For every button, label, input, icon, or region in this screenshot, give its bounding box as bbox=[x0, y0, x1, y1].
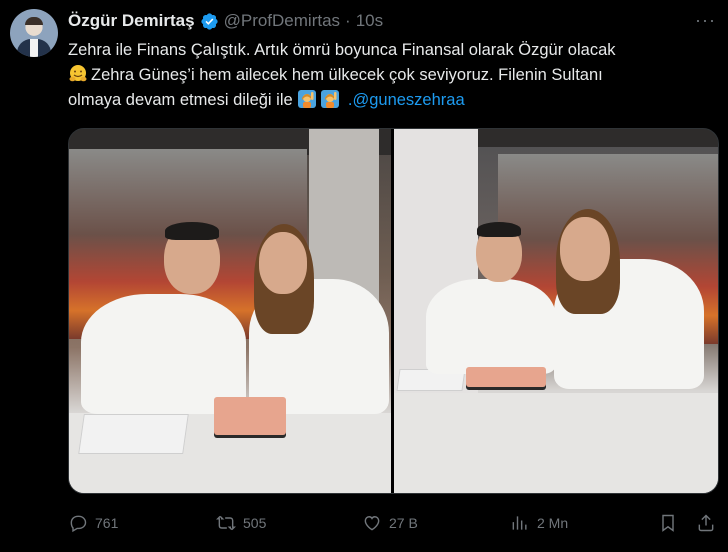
tweet-line-3-text: olmaya devam etmesi dileği ile bbox=[68, 91, 293, 109]
views-icon bbox=[512, 516, 527, 530]
man-hair bbox=[477, 222, 521, 237]
retweet-icon bbox=[216, 515, 236, 531]
tweet-line-3: olmaya devam etmesi dileği ile .@gunesze… bbox=[68, 88, 718, 113]
retweet-count: 505 bbox=[243, 515, 267, 531]
like-button[interactable]: 27 B bbox=[362, 510, 418, 536]
tweet-line-1: Zehra ile Finans Çalıştık. Artık ömrü bo… bbox=[68, 41, 616, 59]
tweet-line-2-text: Zehra Güneş’i hem ailecek hem ülkecek ço… bbox=[91, 66, 603, 84]
media-grid bbox=[68, 128, 719, 494]
woman-head bbox=[259, 232, 307, 294]
man-hair bbox=[165, 222, 219, 240]
notebook bbox=[214, 397, 286, 435]
photo-1[interactable] bbox=[69, 129, 391, 493]
notebook bbox=[466, 367, 546, 387]
woman-raising-hand-emoji-icon bbox=[320, 89, 340, 109]
table bbox=[394, 393, 718, 493]
bookmark-button[interactable] bbox=[658, 510, 685, 536]
share-button[interactable] bbox=[696, 510, 723, 536]
avatar-hair bbox=[25, 17, 43, 25]
author-handle[interactable]: @ProfDemirtas bbox=[224, 11, 340, 31]
photo-2[interactable] bbox=[394, 129, 718, 493]
reply-count: 761 bbox=[95, 515, 119, 531]
timestamp[interactable]: 10s bbox=[356, 11, 383, 31]
view-count: 2 Mn bbox=[537, 515, 569, 531]
avatar[interactable] bbox=[10, 9, 58, 57]
mention-link[interactable]: @guneszehraa bbox=[352, 91, 464, 109]
tweet-line-2: Zehra Güneş’i hem ailecek hem ülkecek ço… bbox=[68, 63, 718, 88]
man-torso bbox=[426, 279, 556, 374]
avatar-shirt bbox=[30, 39, 38, 57]
heart-icon bbox=[364, 516, 380, 531]
man-torso bbox=[81, 294, 246, 414]
more-options-icon[interactable]: ··· bbox=[695, 10, 716, 31]
tweet[interactable]: Özgür Demirtaş @ProfDemirtas · 10s ··· Z… bbox=[0, 0, 728, 552]
reply-button[interactable]: 761 bbox=[68, 510, 118, 536]
retweet-button[interactable]: 505 bbox=[216, 510, 266, 536]
paper bbox=[78, 414, 189, 454]
bookmark-icon bbox=[662, 514, 674, 532]
like-count: 27 B bbox=[389, 515, 418, 531]
tweet-header: Özgür Demirtaş @ProfDemirtas · 10s bbox=[68, 11, 383, 31]
author-name[interactable]: Özgür Demirtaş bbox=[68, 11, 195, 31]
views-button[interactable]: 2 Mn bbox=[510, 510, 568, 536]
separator-dot: · bbox=[345, 11, 351, 30]
share-icon bbox=[698, 514, 714, 532]
woman-head bbox=[560, 217, 610, 281]
tweet-text: Zehra ile Finans Çalıştık. Artık ömrü bo… bbox=[68, 38, 718, 113]
reply-icon bbox=[70, 515, 87, 533]
hugging-face-emoji-icon bbox=[68, 64, 88, 84]
verified-badge-icon bbox=[200, 12, 219, 31]
woman-raising-hand-emoji-icon bbox=[297, 89, 317, 109]
action-bar: 761 505 27 B 2 Mn bbox=[68, 510, 720, 536]
